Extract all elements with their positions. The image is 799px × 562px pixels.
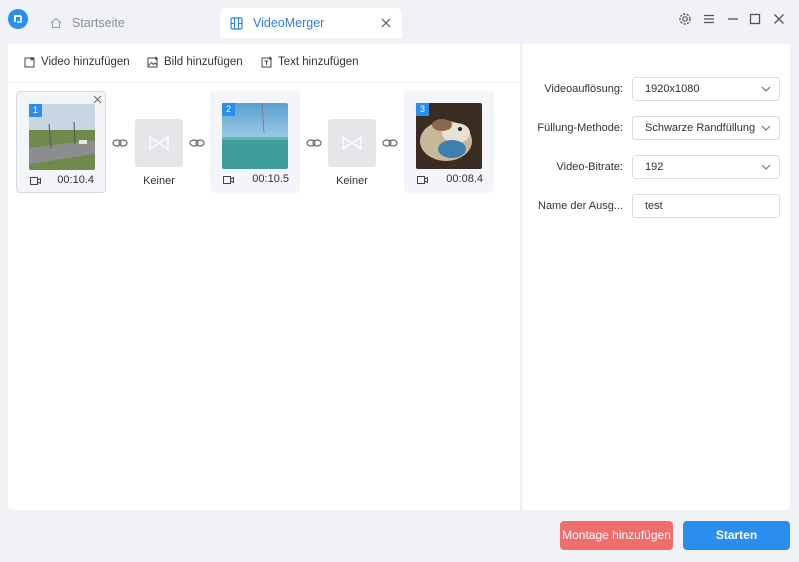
bitrate-value: 192 [645, 161, 664, 173]
add-image-button[interactable]: Bild hinzufügen [147, 56, 243, 68]
transition-icon [342, 136, 362, 150]
chevron-down-icon [761, 125, 771, 131]
video-merger-icon [230, 16, 243, 30]
toolbar: Video hinzufügen Bild hinzufügen Text hi… [8, 44, 520, 83]
clip-duration: 00:08.4 [446, 173, 483, 185]
add-image-icon [147, 56, 158, 68]
add-video-icon [24, 57, 35, 68]
link-icon [306, 139, 322, 147]
gear-icon[interactable] [677, 11, 693, 27]
chevron-down-icon [761, 164, 771, 170]
close-window-icon[interactable] [771, 11, 787, 27]
transition-icon [149, 136, 169, 150]
minimize-icon[interactable] [725, 11, 741, 27]
fill-method-label: Füllung-Methode: [537, 122, 623, 134]
add-text-icon [261, 56, 272, 68]
add-video-label: Video hinzufügen [41, 56, 130, 68]
chevron-down-icon [761, 86, 771, 92]
add-video-button[interactable]: Video hinzufügen [24, 56, 130, 68]
tab-videomerger[interactable]: VideoMerger [220, 8, 402, 38]
menu-icon[interactable] [701, 11, 717, 27]
video-camera-icon [30, 177, 41, 185]
link-icon [189, 139, 205, 147]
video-camera-icon [223, 176, 234, 184]
transition-slot-1[interactable] [135, 119, 183, 167]
add-image-label: Bild hinzufügen [164, 56, 243, 68]
title-bar: Startseite VideoMerger [0, 0, 799, 44]
maximize-icon[interactable] [747, 11, 763, 27]
bitrate-label: Video-Bitrate: [556, 161, 623, 173]
clip-index-badge: 2 [222, 103, 235, 116]
transition-slot-2[interactable] [328, 119, 376, 167]
bitrate-select[interactable]: 192 [632, 155, 780, 179]
video-clip-2[interactable]: 2 00:10.5 [210, 91, 300, 193]
clip-duration: 00:10.4 [57, 174, 94, 186]
output-name-input[interactable]: test [632, 194, 780, 218]
clip-index-badge: 1 [29, 104, 42, 117]
transition-label: Keiner [143, 175, 175, 187]
output-name-label: Name der Ausg... [538, 200, 623, 212]
app-logo-icon [8, 9, 28, 29]
remove-clip-icon[interactable] [93, 95, 102, 104]
video-clip-1[interactable]: 1 00:10.4 [16, 91, 106, 193]
add-montage-button[interactable]: Montage hinzufügen [560, 521, 673, 550]
settings-panel: Videoauflösung: 1920x1080 Füllung-Method… [521, 44, 790, 510]
resolution-select[interactable]: 1920x1080 [632, 77, 780, 101]
video-camera-icon [417, 176, 428, 184]
video-clip-3[interactable]: 3 00:08.4 [404, 91, 494, 193]
home-icon [50, 17, 62, 29]
link-icon [382, 139, 398, 147]
timeline-panel: Video hinzufügen Bild hinzufügen Text hi… [8, 44, 520, 510]
fill-method-select[interactable]: Schwarze Randfüllung [632, 116, 780, 140]
tab-videomerger-label: VideoMerger [253, 16, 325, 30]
start-button[interactable]: Starten [683, 521, 790, 550]
tab-home-label: Startseite [72, 16, 125, 30]
transition-label: Keiner [336, 175, 368, 187]
output-name-value: test [645, 200, 663, 212]
add-text-button[interactable]: Text hinzufügen [261, 56, 359, 68]
resolution-value: 1920x1080 [645, 83, 700, 95]
add-text-label: Text hinzufügen [278, 56, 359, 68]
fill-method-value: Schwarze Randfüllung [645, 122, 756, 134]
link-icon [112, 139, 128, 147]
clip-index-badge: 3 [416, 103, 429, 116]
clip-duration: 00:10.5 [252, 173, 289, 185]
tab-home[interactable]: Startseite [50, 8, 125, 38]
resolution-label: Videoauflösung: [544, 83, 623, 95]
close-tab-icon[interactable] [379, 16, 393, 30]
